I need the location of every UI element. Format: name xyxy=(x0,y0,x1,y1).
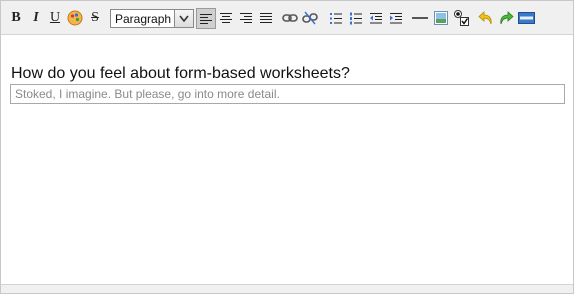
strikethrough-icon: S xyxy=(91,10,99,25)
format-select[interactable]: Paragraph xyxy=(110,9,194,28)
form-field-icon xyxy=(454,9,469,26)
indent-button[interactable] xyxy=(387,9,405,27)
bold-icon: B xyxy=(11,10,21,25)
italic-icon: I xyxy=(33,10,39,25)
outdent-button[interactable] xyxy=(367,9,385,27)
numbered-list-icon xyxy=(350,12,362,24)
undo-button[interactable] xyxy=(477,9,495,27)
image-button[interactable] xyxy=(432,9,450,27)
redo-button[interactable] xyxy=(497,9,515,27)
html-source-button[interactable] xyxy=(517,9,535,27)
editor-content-area[interactable]: How do you feel about form-based workshe… xyxy=(1,35,573,285)
link-button[interactable] xyxy=(281,9,299,27)
form-field-button[interactable] xyxy=(453,9,471,27)
editor-toolbar: B I U S Paragraph xyxy=(1,1,573,35)
italic-button[interactable]: I xyxy=(27,9,45,27)
align-center-icon xyxy=(220,13,232,23)
strikethrough-button[interactable]: S xyxy=(86,9,104,27)
editor-statusbar xyxy=(1,284,573,293)
worksheet-answer-field[interactable]: Stoked, I imagine. But please, go into m… xyxy=(10,84,565,104)
horizontal-rule-button[interactable] xyxy=(411,9,429,27)
image-icon xyxy=(434,11,448,25)
unlink-icon xyxy=(302,11,318,25)
outdent-icon xyxy=(370,12,382,23)
unlink-button[interactable] xyxy=(301,9,319,27)
numbered-list-button[interactable] xyxy=(347,9,365,27)
format-select-value: Paragraph xyxy=(115,12,172,26)
redo-icon xyxy=(500,11,514,25)
indent-icon xyxy=(390,12,402,23)
justify-icon xyxy=(260,13,272,23)
bullet-list-button[interactable] xyxy=(327,9,345,27)
bold-button[interactable]: B xyxy=(7,9,25,27)
align-right-button[interactable] xyxy=(237,9,255,27)
align-left-button[interactable] xyxy=(196,8,216,29)
align-center-button[interactable] xyxy=(217,9,235,27)
horizontal-rule-icon xyxy=(412,17,428,19)
underline-icon: U xyxy=(49,10,61,25)
underline-button[interactable]: U xyxy=(46,9,64,27)
bullet-list-icon xyxy=(330,12,342,24)
align-left-icon xyxy=(200,13,212,24)
chevron-down-icon[interactable] xyxy=(174,10,193,27)
rich-text-editor: B I U S Paragraph How do you feel about … xyxy=(0,0,574,294)
html-source-icon xyxy=(517,12,535,24)
undo-icon xyxy=(478,11,492,25)
style-icon xyxy=(67,10,83,26)
link-icon xyxy=(282,14,298,22)
style-button[interactable] xyxy=(66,9,84,27)
align-right-icon xyxy=(240,13,252,23)
justify-button[interactable] xyxy=(257,9,275,27)
worksheet-question: How do you feel about form-based workshe… xyxy=(11,65,350,82)
